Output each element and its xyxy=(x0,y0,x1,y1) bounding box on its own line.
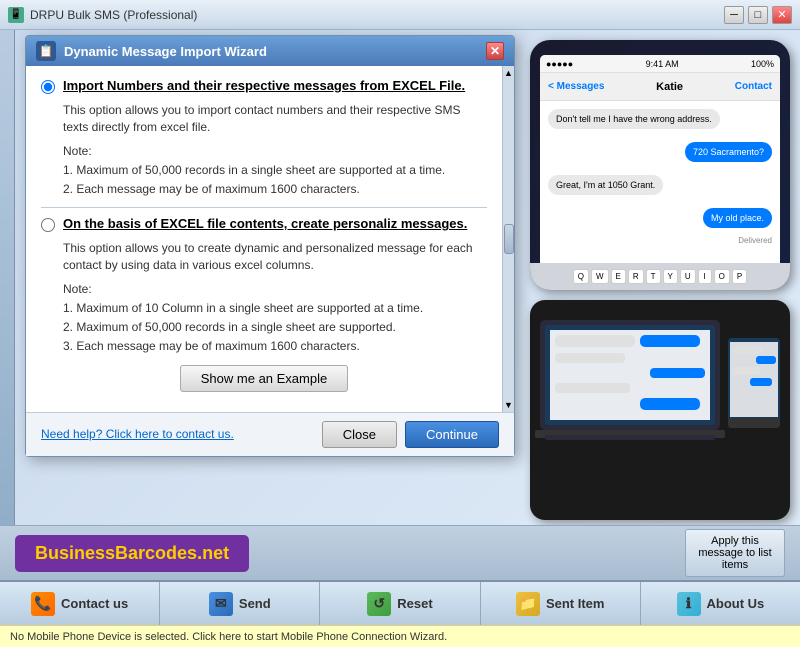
option2-row: On the basis of EXCEL file contents, cre… xyxy=(41,216,487,232)
dialog-overlay: 📋 Dynamic Message Import Wizard ✕ xyxy=(15,30,520,525)
title-bar: 📱 DRPU Bulk SMS (Professional) ─ □ ✕ xyxy=(0,0,800,30)
status-time: 9:41 AM xyxy=(646,59,679,69)
battery-status: 100% xyxy=(751,59,774,69)
received-message-2: Great, I'm at 1050 Grant. xyxy=(548,175,663,195)
help-link[interactable]: Need help? Click here to contact us. xyxy=(41,427,234,441)
website-name: BusinessBarcodes xyxy=(35,543,197,563)
website-logo: BusinessBarcodes.net xyxy=(15,535,249,572)
status-bar: No Mobile Phone Device is selected. Clic… xyxy=(0,625,800,647)
key-I[interactable]: I xyxy=(698,269,712,275)
phone-keyboard: Q W E R T Y U I O P xyxy=(540,263,780,275)
import-wizard-dialog: 📋 Dynamic Message Import Wizard ✕ xyxy=(25,35,515,457)
continue-button[interactable]: Continue xyxy=(405,421,499,448)
dialog-icon: 📋 xyxy=(36,41,56,61)
window-close-button[interactable]: ✕ xyxy=(772,6,792,24)
app-icon: 📱 xyxy=(8,7,24,23)
left-strip xyxy=(0,30,15,525)
dialog-close-x-button[interactable]: ✕ xyxy=(486,42,504,60)
key-R[interactable]: R xyxy=(628,269,644,275)
about-icon: ℹ xyxy=(677,592,701,616)
key-E[interactable]: E xyxy=(611,269,626,275)
signal-bars: ●●●●● xyxy=(546,59,573,69)
nav-contact-label: Contact us xyxy=(61,596,128,611)
phone-screen: ●●●●● 9:41 AM 100% < Messages Katie Cont… xyxy=(540,55,780,275)
nav-about-label: About Us xyxy=(707,596,765,611)
bottom-nav: 📞 Contact us ✉ Send ↺ Reset 📁 Sent Item … xyxy=(0,580,800,625)
dialog-title: Dynamic Message Import Wizard xyxy=(64,44,267,59)
nav-sent-label: Sent Item xyxy=(546,596,605,611)
option2-note3: 3. Each message may be of maximum 1600 c… xyxy=(63,337,487,356)
key-U[interactable]: U xyxy=(680,269,696,275)
send-icon: ✉ xyxy=(209,592,233,616)
key-O[interactable]: O xyxy=(714,269,730,275)
option1-note-header: Note: xyxy=(63,142,487,161)
option1-note1: 1. Maximum of 50,000 records in a single… xyxy=(63,161,487,180)
maximize-button[interactable]: □ xyxy=(748,6,768,24)
nav-contact-us[interactable]: 📞 Contact us xyxy=(0,582,160,625)
contact-link[interactable]: Contact xyxy=(735,81,772,92)
key-Q[interactable]: Q xyxy=(573,269,589,275)
key-W[interactable]: W xyxy=(591,269,609,275)
back-button[interactable]: < Messages xyxy=(548,81,604,92)
option2-note2: 2. Maximum of 50,000 records in a single… xyxy=(63,318,487,337)
option2-note-header: Note: xyxy=(63,280,487,299)
scroll-thumb[interactable] xyxy=(504,224,514,254)
key-T[interactable]: T xyxy=(646,269,661,275)
nav-send[interactable]: ✉ Send xyxy=(160,582,320,625)
dialog-footer: Need help? Click here to contact us. Clo… xyxy=(26,412,514,456)
dialog-footer-buttons: Close Continue xyxy=(322,421,499,448)
option1-row: Import Numbers and their respective mess… xyxy=(41,78,487,94)
option2-description: This option allows you to create dynamic… xyxy=(63,240,487,274)
nav-send-label: Send xyxy=(239,596,271,611)
website-bar: BusinessBarcodes.net Apply this message … xyxy=(0,525,800,580)
close-button[interactable]: Close xyxy=(322,421,397,448)
sent-message-2: My old place. xyxy=(703,208,772,228)
app-title: DRPU Bulk SMS (Professional) xyxy=(30,8,724,22)
nav-about-us[interactable]: ℹ About Us xyxy=(641,582,800,625)
window-controls: ─ □ ✕ xyxy=(724,6,792,24)
nav-sent-item[interactable]: 📁 Sent Item xyxy=(481,582,641,625)
option1-label: Import Numbers and their respective mess… xyxy=(63,78,465,93)
dialog-scrollbar[interactable]: ▲ ▼ xyxy=(502,66,514,412)
option2-radio[interactable] xyxy=(41,218,55,232)
right-panel: ●●●●● 9:41 AM 100% < Messages Katie Cont… xyxy=(520,30,800,525)
website-domain: .net xyxy=(197,543,229,563)
main-content: 📋 Dynamic Message Import Wizard ✕ xyxy=(15,30,520,525)
scroll-down-arrow[interactable]: ▼ xyxy=(504,400,513,410)
option2-label: On the basis of EXCEL file contents, cre… xyxy=(63,216,467,231)
option1-note2: 2. Each message may be of maximum 1600 c… xyxy=(63,180,487,199)
sent-item-icon: 📁 xyxy=(516,592,540,616)
option1-radio[interactable] xyxy=(41,80,55,94)
key-Y[interactable]: Y xyxy=(663,269,678,275)
scroll-up-arrow[interactable]: ▲ xyxy=(504,68,513,78)
status-text: No Mobile Phone Device is selected. Clic… xyxy=(10,631,447,643)
messages-header: < Messages Katie Contact xyxy=(540,73,780,101)
delivered-status: Delivered xyxy=(540,236,780,245)
app-area: DRPU Bulk SMS xyxy=(0,30,800,600)
key-P[interactable]: P xyxy=(732,269,747,275)
minimize-button[interactable]: ─ xyxy=(724,6,744,24)
messages-body: Don't tell me I have the wrong address. … xyxy=(540,101,780,248)
show-example-button[interactable]: Show me an Example xyxy=(180,365,348,392)
contact-icon: 📞 xyxy=(31,592,55,616)
option-divider xyxy=(41,207,487,208)
reset-icon: ↺ xyxy=(367,592,391,616)
phone-mockup-top: ●●●●● 9:41 AM 100% < Messages Katie Cont… xyxy=(530,40,790,290)
phone-mockup-bottom xyxy=(530,300,790,520)
apply-message-button[interactable]: Apply this message to list items xyxy=(685,529,785,577)
nav-reset[interactable]: ↺ Reset xyxy=(320,582,480,625)
dialog-title-bar: 📋 Dynamic Message Import Wizard ✕ xyxy=(26,36,514,66)
phone-status-bar: ●●●●● 9:41 AM 100% xyxy=(540,55,780,73)
dialog-body: Import Numbers and their respective mess… xyxy=(26,66,502,412)
contact-name: Katie xyxy=(656,81,683,93)
keyboard-row-1: Q W E R T Y U I O P xyxy=(540,267,780,275)
sent-message-1: 720 Sacramento? xyxy=(685,142,772,162)
option1-description: This option allows you to import contact… xyxy=(63,102,487,136)
received-message-1: Don't tell me I have the wrong address. xyxy=(548,109,720,129)
device-graphic xyxy=(530,300,790,500)
option2-note1: 1. Maximum of 10 Column in a single shee… xyxy=(63,299,487,318)
nav-reset-label: Reset xyxy=(397,596,432,611)
